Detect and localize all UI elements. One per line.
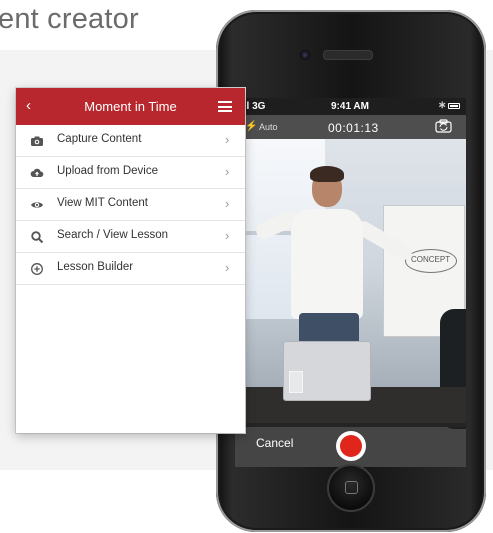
presenter-body bbox=[291, 209, 363, 319]
hamburger-menu-icon[interactable] bbox=[218, 101, 232, 112]
menu-item-label: View MIT Content bbox=[57, 197, 148, 209]
cloud-upload-icon bbox=[30, 168, 44, 177]
eye-icon bbox=[31, 202, 43, 208]
record-button[interactable] bbox=[336, 431, 366, 461]
recording-timer: 00:01:13 bbox=[328, 121, 379, 135]
menu-item-search-view-lesson[interactable]: Search / View Lesson › bbox=[16, 221, 245, 253]
chevron-right-icon: › bbox=[225, 260, 230, 275]
cancel-button[interactable]: Cancel bbox=[256, 436, 293, 450]
chevron-right-icon: › bbox=[225, 164, 230, 179]
camera-viewfinder: CONCEPT bbox=[235, 139, 466, 429]
phone-speaker bbox=[323, 50, 373, 60]
menu-item-label: Lesson Builder bbox=[57, 261, 134, 273]
phone-screen: ııl 3G 9:41 AM ∗ ⚡ Auto 00:01:13 CONCEPT… bbox=[235, 98, 466, 467]
app-header: ‹ Moment in Time bbox=[16, 88, 245, 125]
menu-item-upload-from-device[interactable]: Upload from Device › bbox=[16, 157, 245, 189]
menu-item-label: Upload from Device bbox=[57, 165, 158, 177]
scene-glass bbox=[289, 371, 303, 393]
menu-item-label: Search / View Lesson bbox=[57, 229, 169, 241]
switch-camera-icon[interactable] bbox=[435, 119, 452, 133]
whiteboard-text: CONCEPT bbox=[411, 255, 451, 264]
chevron-right-icon: › bbox=[225, 196, 230, 211]
menu-item-lesson-builder[interactable]: Lesson Builder › bbox=[16, 253, 245, 285]
camera-top-bar: ⚡ Auto 00:01:13 bbox=[235, 115, 466, 139]
battery-icon bbox=[448, 103, 460, 109]
headline-text: ent creator bbox=[0, 3, 139, 35]
camera-icon bbox=[31, 136, 43, 146]
app-title: Moment in Time bbox=[84, 99, 177, 114]
main-menu: Capture Content › Upload from Device › V… bbox=[16, 125, 245, 285]
search-icon bbox=[31, 231, 44, 244]
home-square-icon bbox=[345, 481, 358, 494]
chevron-right-icon: › bbox=[225, 132, 230, 147]
bluetooth-icon: ∗ bbox=[438, 100, 447, 111]
app-menu-card: ‹ Moment in Time Capture Content › Uploa… bbox=[16, 88, 245, 433]
menu-item-view-mit-content[interactable]: View MIT Content › bbox=[16, 189, 245, 221]
menu-item-label: Capture Content bbox=[57, 133, 142, 145]
chevron-right-icon: › bbox=[225, 228, 230, 243]
home-button[interactable] bbox=[327, 464, 375, 512]
flash-mode-label[interactable]: Auto bbox=[259, 122, 278, 132]
plus-circle-icon bbox=[31, 263, 43, 275]
front-camera bbox=[300, 50, 310, 60]
status-bar: ııl 3G 9:41 AM ∗ bbox=[235, 98, 466, 115]
presenter-hair bbox=[310, 166, 344, 182]
menu-item-capture-content[interactable]: Capture Content › bbox=[16, 125, 245, 157]
flash-icon[interactable]: ⚡ bbox=[245, 121, 257, 132]
record-icon bbox=[340, 435, 362, 457]
status-time: 9:41 AM bbox=[331, 101, 369, 112]
